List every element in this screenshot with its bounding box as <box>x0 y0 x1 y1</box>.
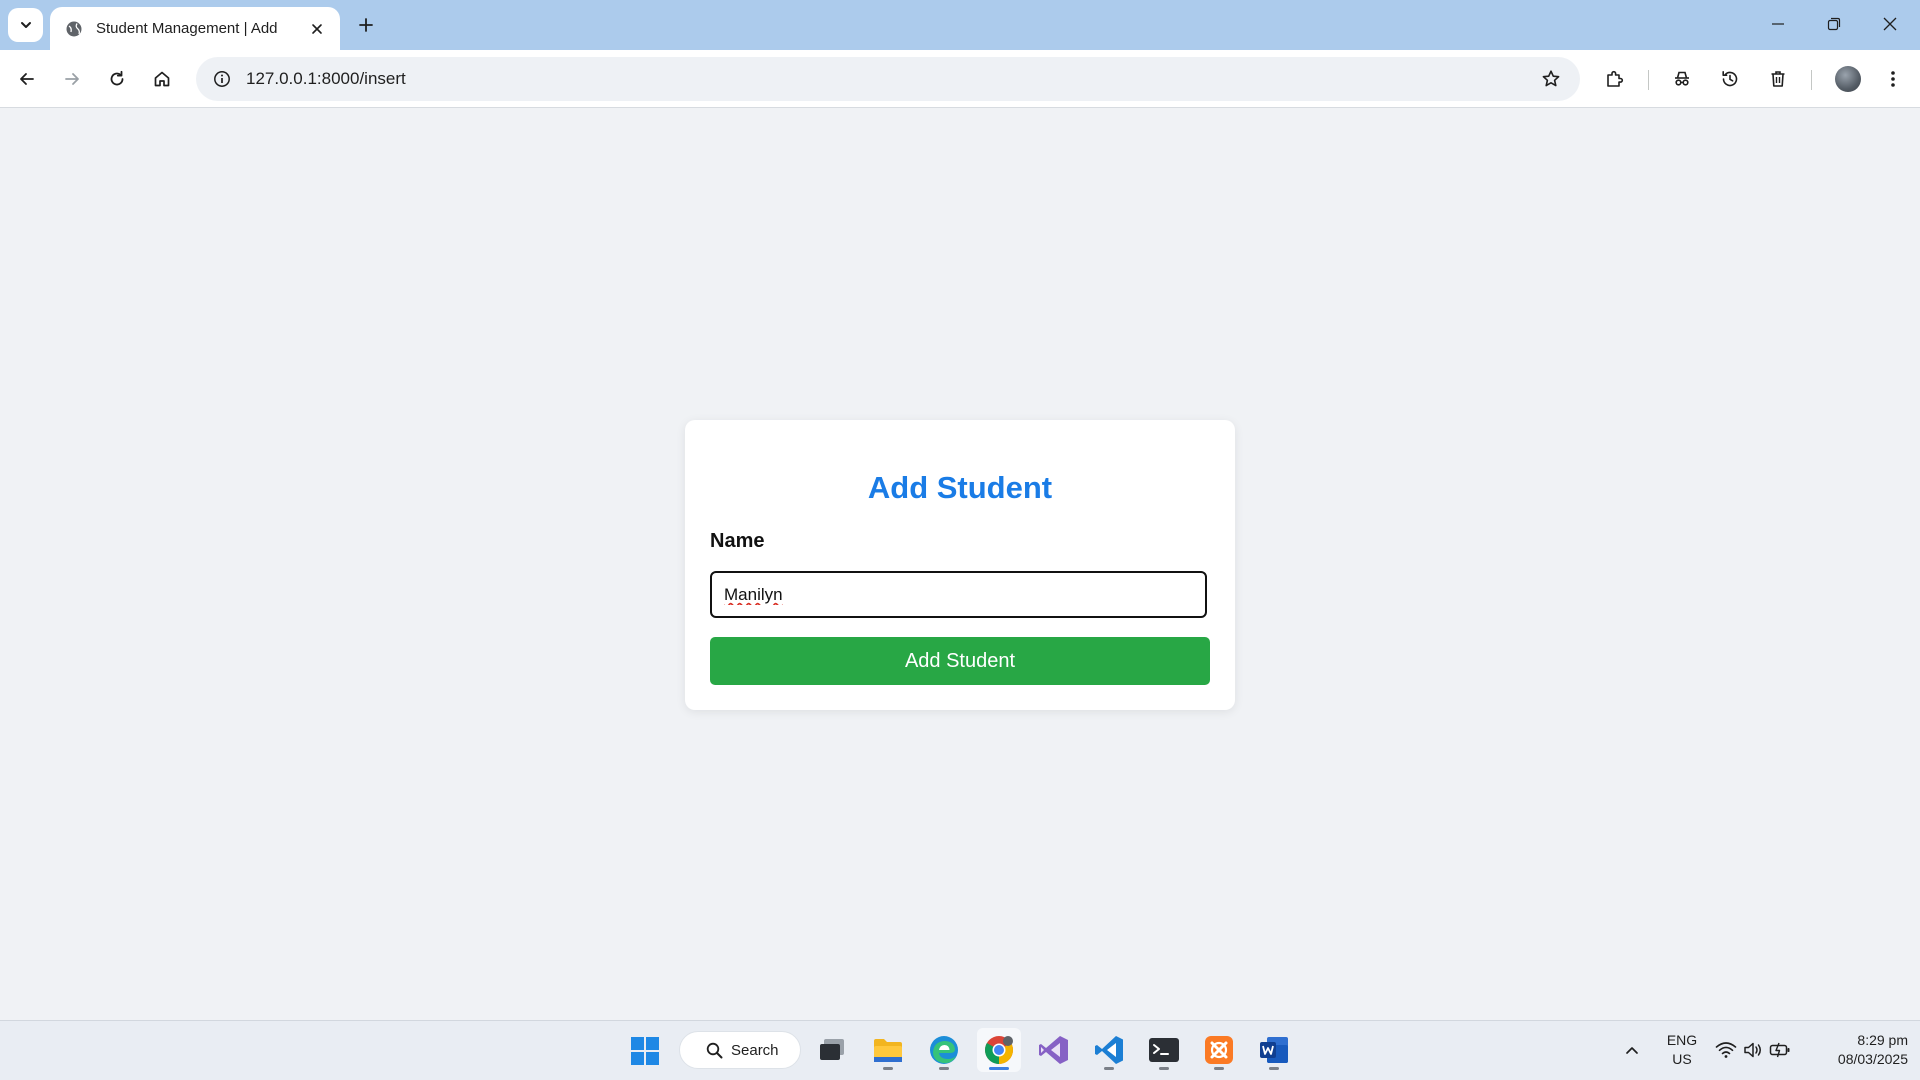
extensions-button[interactable] <box>1598 62 1632 96</box>
taskbar-search[interactable]: Search <box>679 1031 801 1069</box>
home-icon <box>154 71 170 87</box>
word-icon <box>1260 1037 1288 1063</box>
folder-icon <box>874 1039 902 1062</box>
show-hidden-icons-button[interactable] <box>1610 1028 1654 1072</box>
browser-menu-button[interactable] <box>1876 62 1910 96</box>
history-icon <box>1722 71 1738 87</box>
page-content: Add Student Name Add Student <box>0 108 1920 1020</box>
visual-studio-icon <box>1039 1036 1068 1064</box>
chevron-down-icon <box>20 22 31 28</box>
home-button[interactable] <box>145 62 179 96</box>
browser-tab-active[interactable]: Student Management | Add <box>50 7 340 50</box>
restore-button[interactable] <box>1806 0 1862 48</box>
new-tab-button[interactable] <box>352 11 380 39</box>
incognito-icon <box>1675 71 1689 86</box>
name-label: Name <box>710 530 765 552</box>
more-vertical-icon <box>1891 71 1895 87</box>
reload-button[interactable] <box>100 62 134 96</box>
chrome-button[interactable] <box>977 1028 1021 1072</box>
running-indicator <box>883 1067 893 1070</box>
puzzle-icon <box>1607 70 1624 87</box>
edge-button[interactable] <box>922 1028 966 1072</box>
running-indicator <box>1104 1067 1114 1070</box>
search-label: Search <box>731 1041 779 1059</box>
site-info-icon[interactable] <box>208 65 236 93</box>
word-button[interactable] <box>1252 1028 1296 1072</box>
terminal-icon <box>1149 1038 1179 1062</box>
running-indicator <box>939 1067 949 1070</box>
close-icon <box>1883 17 1897 31</box>
history-button[interactable] <box>1713 62 1747 96</box>
wifi-icon <box>1715 1042 1737 1058</box>
tab-search-button[interactable] <box>8 8 43 42</box>
url-text[interactable]: 127.0.0.1:8000/insert <box>246 69 1534 89</box>
forward-button[interactable] <box>55 62 89 96</box>
reload-icon <box>110 70 124 86</box>
trash-icon <box>1771 71 1785 87</box>
vscode-icon <box>1095 1036 1123 1064</box>
add-student-card: Add Student Name Add Student <box>685 420 1235 710</box>
arrow-right-icon <box>65 73 79 85</box>
add-student-button[interactable]: Add Student <box>710 637 1210 685</box>
tab-title: Student Management | Add <box>96 20 278 37</box>
running-indicator-active <box>989 1067 1009 1070</box>
bookmark-star-icon[interactable] <box>1534 62 1568 96</box>
chevron-up-icon <box>1626 1047 1638 1054</box>
quick-settings-button[interactable] <box>1710 1028 1796 1072</box>
toolbar-divider <box>1811 70 1812 90</box>
profile-avatar[interactable] <box>1835 66 1861 92</box>
vscode-button[interactable] <box>1087 1028 1131 1072</box>
back-button[interactable] <box>10 62 44 96</box>
windows-logo-icon <box>631 1037 659 1065</box>
restore-icon <box>1827 17 1841 31</box>
close-tab-icon[interactable] <box>306 18 328 40</box>
address-bar[interactable]: 127.0.0.1:8000/insert <box>196 57 1580 101</box>
globe-icon <box>64 19 84 39</box>
terminal-button[interactable] <box>1142 1028 1186 1072</box>
minimize-icon <box>1772 23 1784 25</box>
language-indicator[interactable]: ENG US <box>1660 1031 1704 1069</box>
file-explorer-button[interactable] <box>866 1028 910 1072</box>
running-indicator <box>1214 1067 1224 1070</box>
running-indicator <box>1269 1067 1279 1070</box>
browser-tab-strip: Student Management | Add <box>0 0 1920 50</box>
page-title: Add Student <box>867 470 1053 505</box>
volume-icon <box>1744 1042 1761 1058</box>
running-indicator <box>1159 1067 1169 1070</box>
clock-time: 8:29 pm <box>1857 1032 1908 1048</box>
search-icon <box>706 1042 723 1058</box>
delete-browsing-data-button[interactable] <box>1761 62 1795 96</box>
plus-icon <box>359 18 373 32</box>
name-input[interactable] <box>710 571 1207 618</box>
task-view-icon <box>820 1039 844 1060</box>
xampp-icon <box>1205 1036 1233 1064</box>
start-button[interactable] <box>623 1029 667 1073</box>
minimize-button[interactable] <box>1750 0 1806 48</box>
arrow-left-icon <box>20 73 34 85</box>
edge-icon <box>930 1036 958 1064</box>
language-code: ENG <box>1666 1032 1698 1048</box>
task-view-button[interactable] <box>810 1028 854 1072</box>
incognito-button[interactable] <box>1665 62 1699 96</box>
close-window-button[interactable] <box>1862 0 1918 48</box>
system-clock[interactable]: 8:29 pm 08/03/2025 <box>1808 1031 1908 1069</box>
battery-charging-icon <box>1769 1042 1790 1058</box>
xampp-button[interactable] <box>1197 1028 1241 1072</box>
browser-toolbar: 127.0.0.1:8000/insert <box>0 50 1920 108</box>
toolbar-divider <box>1648 70 1649 90</box>
chrome-icon <box>985 1036 1013 1064</box>
clock-date: 08/03/2025 <box>1837 1051 1908 1067</box>
visual-studio-button[interactable] <box>1032 1028 1076 1072</box>
keyboard-region: US <box>1672 1051 1692 1067</box>
